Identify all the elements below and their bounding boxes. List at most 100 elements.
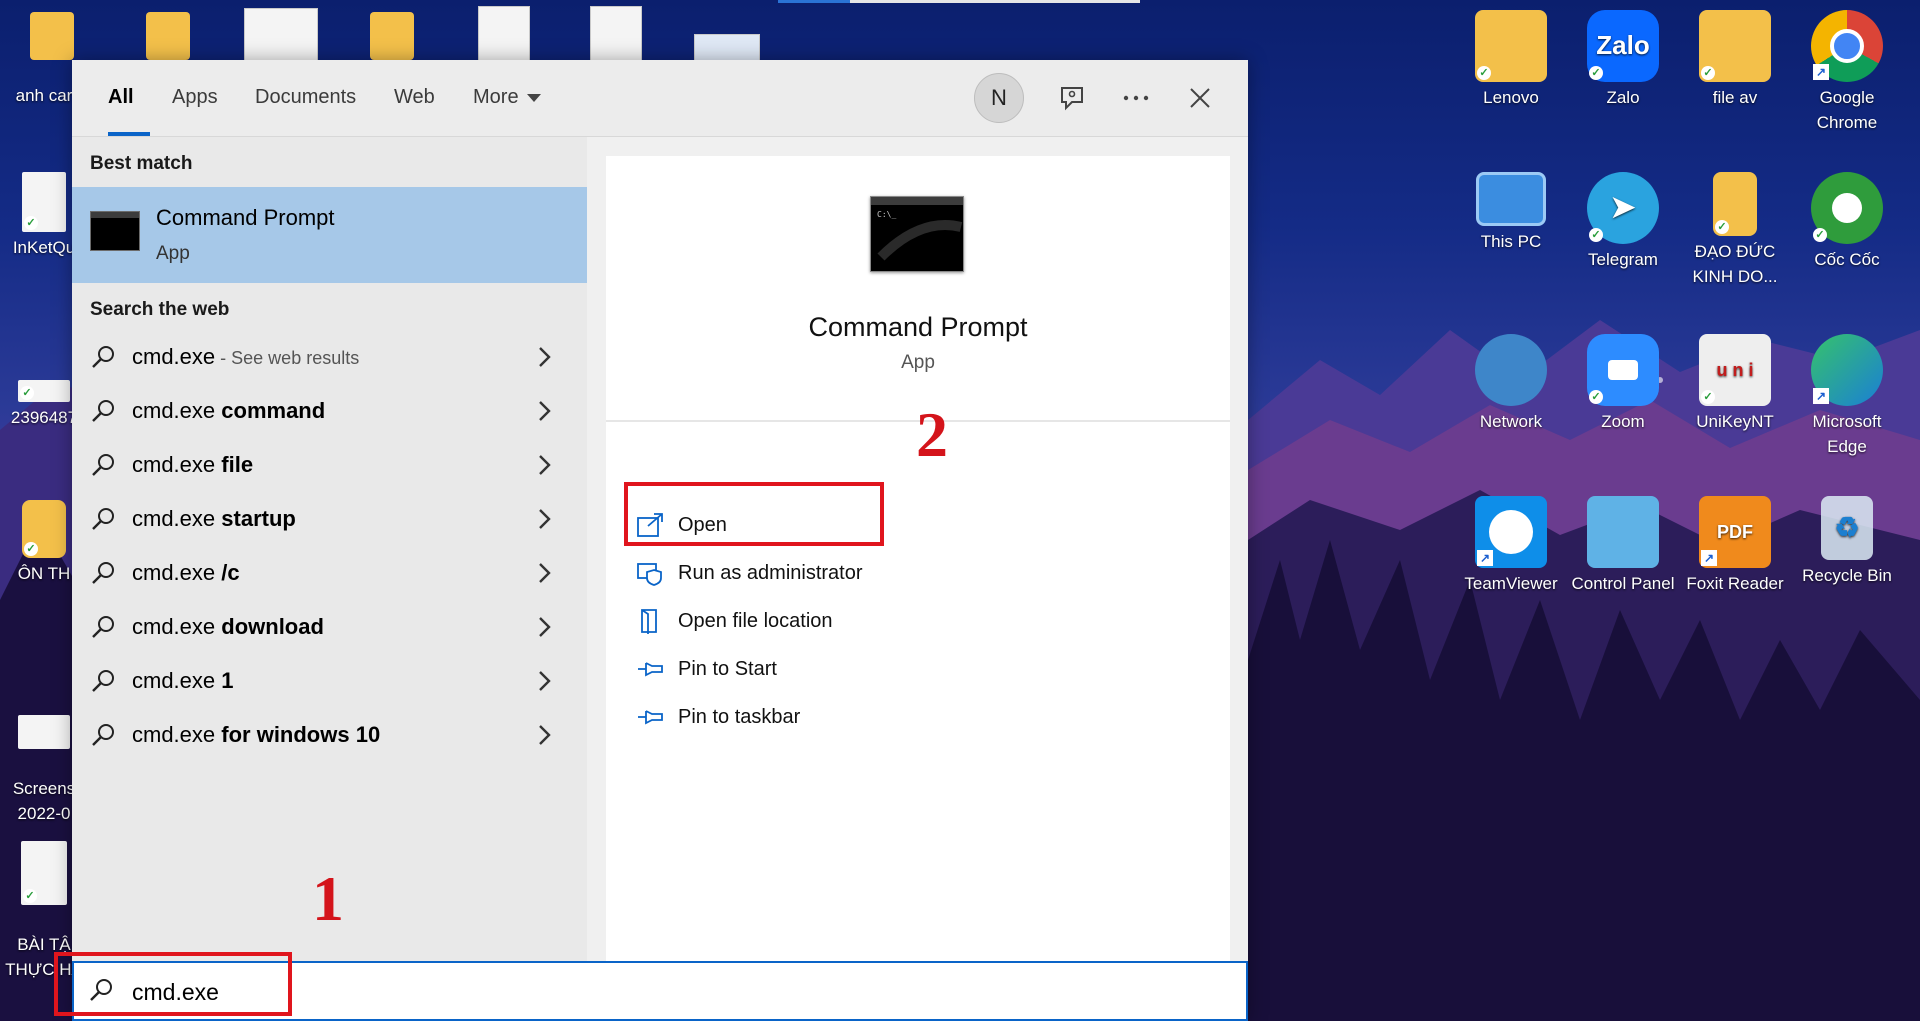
- search-icon: [92, 616, 114, 638]
- desktop-file-thumbnail[interactable]: [590, 6, 642, 62]
- web-result-text: cmd.exe command: [132, 398, 326, 423]
- desktop-icon-recycle-bin[interactable]: ♻ Recycle Bin: [1791, 496, 1903, 589]
- command-prompt-icon: [90, 211, 140, 251]
- shortcut-arrow-icon: ↗: [1477, 550, 1493, 566]
- desktop-icon-label: file av: [1712, 88, 1758, 107]
- folder-icon: ✓: [1475, 10, 1547, 82]
- annotation-box-search: [54, 952, 292, 1016]
- search-icon: [92, 454, 114, 476]
- tab-apps[interactable]: Apps: [172, 86, 218, 109]
- search-icon: [92, 670, 114, 692]
- web-result-item[interactable]: cmd.exe startup: [72, 494, 587, 546]
- edge-icon: ↗: [1811, 334, 1883, 406]
- desktop-icon-telegram[interactable]: ➤ ✓ Telegram: [1567, 172, 1679, 273]
- desktop-icon-label: anh car: [15, 86, 73, 105]
- desktop-icon-teamviewer[interactable]: ↗ TeamViewer: [1455, 496, 1567, 597]
- folder-icon: ✓: [22, 500, 66, 558]
- pin-icon: [638, 662, 663, 677]
- web-result-text: cmd.exe file: [132, 452, 254, 477]
- chevron-right-icon: [539, 401, 551, 421]
- chevron-down-icon: [526, 93, 541, 102]
- web-result-item[interactable]: cmd.exe command: [72, 386, 587, 438]
- search-icon: [92, 508, 114, 530]
- folder-icon[interactable]: [146, 12, 190, 60]
- sync-check-icon: ✓: [1715, 220, 1729, 234]
- teamviewer-icon: ↗: [1475, 496, 1547, 568]
- feedback-icon[interactable]: [1054, 80, 1090, 116]
- foxit-icon: PDF ↗: [1699, 496, 1771, 568]
- folder-icon: ✓: [1699, 10, 1771, 82]
- desktop-icon-file-av[interactable]: ✓ file av: [1679, 10, 1791, 111]
- word-document-icon: ✓: [21, 840, 67, 905]
- tab-more[interactable]: More: [473, 86, 541, 109]
- taskbar-preview-active: [778, 0, 850, 3]
- desktop-icon-microsoft-edge[interactable]: ↗ Microsoft Edge: [1791, 334, 1903, 459]
- document-icon: ✓: [22, 172, 66, 232]
- desktop-file-thumbnail[interactable]: [244, 8, 318, 62]
- desktop-icon-dao-duc[interactable]: ✓ ĐẠO ĐỨC KINH DO...: [1679, 172, 1791, 289]
- chevron-right-icon: [539, 725, 551, 745]
- shortcut-arrow-icon: ↗: [1813, 388, 1829, 404]
- folder-icon[interactable]: [30, 12, 74, 60]
- sync-check-icon: ✓: [1477, 66, 1491, 80]
- desktop-icon-label: Microsoft Edge: [1812, 412, 1882, 456]
- action-pin-to-start[interactable]: Pin to Start: [636, 650, 936, 690]
- desktop-icon-label: Cốc Cốc: [1814, 250, 1880, 269]
- desktop-icon-unikeynt[interactable]: u n i ✓ UniKeyNT: [1679, 334, 1791, 435]
- best-match-subtitle: App: [156, 243, 190, 264]
- tab-more-label: More: [473, 86, 519, 108]
- desktop-icon-control-panel[interactable]: Control Panel: [1567, 496, 1679, 597]
- action-run-as-administrator[interactable]: Run as administrator: [636, 554, 936, 594]
- web-result-text: cmd.exe /c: [132, 560, 240, 585]
- best-match-title: Command Prompt: [156, 205, 335, 230]
- action-pin-to-taskbar[interactable]: Pin to taskbar: [636, 698, 936, 738]
- close-icon[interactable]: [1182, 80, 1218, 116]
- desktop-file-thumbnail[interactable]: [478, 6, 530, 62]
- more-options-icon[interactable]: [1118, 80, 1154, 116]
- sync-check-icon: ✓: [1589, 66, 1603, 80]
- tab-documents[interactable]: Documents: [255, 86, 356, 109]
- desktop-icon-google-chrome[interactable]: ↗ Google Chrome: [1791, 10, 1903, 135]
- avatar[interactable]: N: [974, 73, 1024, 123]
- search-web-heading: Search the web: [90, 299, 230, 320]
- web-result-item[interactable]: cmd.exe 1: [72, 656, 587, 708]
- desktop-icon-label: 2396487: [10, 408, 78, 427]
- details-pane: C:\_ Command Prompt App Open Run as admi…: [606, 156, 1230, 961]
- chevron-right-icon: [539, 347, 551, 367]
- desktop-icon-this-pc[interactable]: This PC: [1455, 172, 1567, 255]
- shortcut-arrow-icon: ↗: [1701, 550, 1717, 566]
- action-label: Run as administrator: [678, 562, 863, 584]
- desktop-icon-label: TeamViewer: [1464, 574, 1558, 593]
- desktop-icon-label: Zalo: [1606, 88, 1640, 107]
- desktop-icon-lenovo[interactable]: ✓ Lenovo: [1455, 10, 1567, 111]
- sync-check-icon: ✓: [1701, 66, 1715, 80]
- chrome-icon: ↗: [1811, 10, 1883, 82]
- file-location-icon: [641, 609, 657, 634]
- document-icon: ✓: [18, 380, 70, 402]
- desktop-icon-foxit-reader[interactable]: PDF ↗ Foxit Reader: [1679, 496, 1791, 597]
- web-result-item[interactable]: cmd.exe file: [72, 440, 587, 492]
- action-open-file-location[interactable]: Open file location: [636, 602, 936, 642]
- web-result-item[interactable]: cmd.exe for windows 10: [72, 710, 587, 762]
- shield-icon: [637, 563, 662, 586]
- desktop-file-thumbnail[interactable]: [694, 34, 760, 62]
- web-result-item[interactable]: cmd.exe download: [72, 602, 587, 654]
- web-result-item[interactable]: cmd.exe /c: [72, 548, 587, 600]
- folder-icon[interactable]: [370, 12, 414, 60]
- chevron-right-icon: [539, 509, 551, 529]
- web-result-item[interactable]: cmd.exe - See web results: [72, 332, 587, 384]
- sync-check-icon: ✓: [20, 386, 34, 400]
- tab-web[interactable]: Web: [394, 86, 435, 109]
- best-match-item[interactable]: Command Prompt App: [72, 187, 587, 283]
- search-icon: [92, 400, 114, 422]
- tab-all[interactable]: All: [108, 86, 134, 109]
- desktop-icon-zoom[interactable]: ✓ Zoom: [1567, 334, 1679, 435]
- desktop-icon-zalo[interactable]: Zalo ✓ Zalo: [1567, 10, 1679, 111]
- annotation-box-run-as-admin: [624, 482, 884, 546]
- desktop-icon-label: This PC: [1480, 232, 1542, 251]
- desktop-icon-network[interactable]: Network: [1455, 334, 1567, 435]
- zalo-icon-text: Zalo: [1596, 30, 1650, 61]
- action-label: Open file location: [678, 610, 833, 632]
- sync-check-icon: ✓: [23, 888, 37, 903]
- desktop-icon-coc-coc[interactable]: ✓ Cốc Cốc: [1791, 172, 1903, 273]
